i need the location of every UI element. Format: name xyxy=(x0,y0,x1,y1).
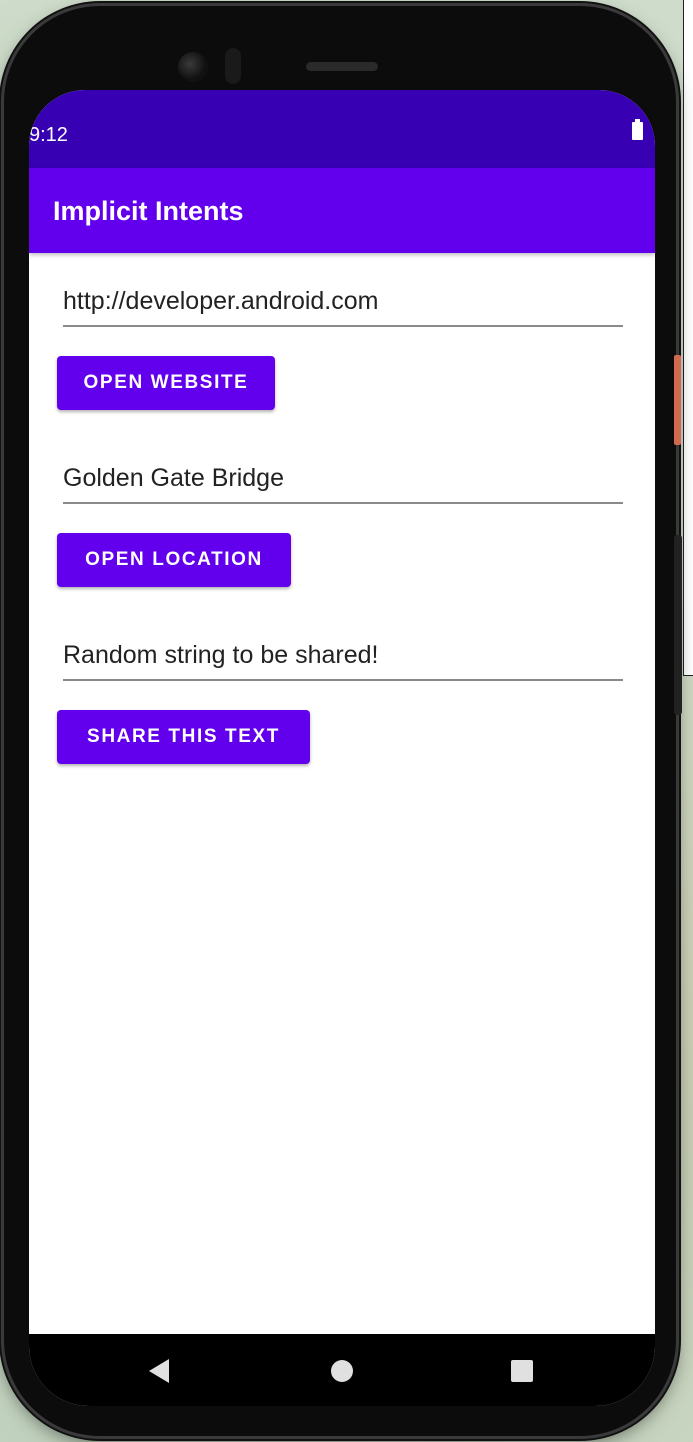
recents-icon[interactable] xyxy=(511,1360,533,1382)
status-bar: 9:12 xyxy=(29,90,655,168)
speaker-grille xyxy=(306,62,378,71)
open-location-button[interactable]: OPEN LOCATION xyxy=(57,533,291,587)
battery-full-icon xyxy=(632,119,643,140)
camera-icon xyxy=(178,52,208,82)
phone-frame: 9:12 Implicit Intents http://developer.a… xyxy=(4,6,676,1436)
share-text-button[interactable]: SHARE THIS TEXT xyxy=(57,710,310,764)
app-title: Implicit Intents xyxy=(53,196,244,226)
share-text-input[interactable]: Random string to be shared! xyxy=(63,639,623,681)
volume-button xyxy=(674,355,681,445)
back-icon[interactable] xyxy=(149,1359,169,1383)
location-input-text: Golden Gate Bridge xyxy=(63,464,284,492)
open-website-button[interactable]: OPEN WEBSITE xyxy=(57,356,275,410)
status-time: 9:12 xyxy=(29,124,68,146)
website-input[interactable]: http://developer.android.com xyxy=(63,285,623,327)
home-icon[interactable] xyxy=(331,1360,353,1382)
navigation-bar xyxy=(29,1334,655,1406)
location-input[interactable]: Golden Gate Bridge xyxy=(63,462,623,504)
power-button xyxy=(674,535,682,715)
website-input-text: http://developer.android.com xyxy=(63,287,379,315)
share-text-input-text: Random string to be shared! xyxy=(63,641,379,669)
sensor-icon xyxy=(225,48,241,84)
app-bar: Implicit Intents xyxy=(29,168,655,253)
side-panel-border xyxy=(683,675,693,676)
emulator-side-panel xyxy=(683,0,693,676)
device-screen: 9:12 Implicit Intents http://developer.a… xyxy=(29,90,655,1406)
